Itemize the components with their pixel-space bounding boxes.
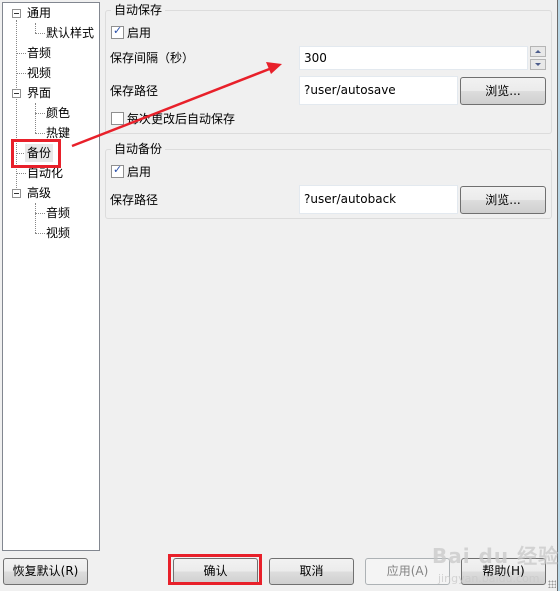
autosave-interval-label: 保存间隔（秒） xyxy=(110,51,195,65)
autosave-path-input[interactable]: ?user/autosave xyxy=(299,76,458,105)
tree-item-advanced-video[interactable]: 视频 xyxy=(44,224,72,242)
autosave-enable-checkbox[interactable] xyxy=(111,24,124,39)
settings-tree[interactable]: 通用 默认样式 音频 视频 界面 颜色 热键 备份 自动化 高级 音频 视频 xyxy=(2,2,100,551)
tree-item-interface[interactable]: 界面 xyxy=(25,84,53,102)
help-button[interactable]: 帮助(H) xyxy=(461,558,546,585)
tree-connector xyxy=(35,23,36,33)
tree-item-label: 自动化 xyxy=(27,166,64,180)
collapse-icon[interactable] xyxy=(12,9,21,18)
tree-item-colors[interactable]: 颜色 xyxy=(44,104,72,122)
save-on-change-label: 每次更改后自动保存 xyxy=(127,112,236,126)
tree-item-label: 视频 xyxy=(46,226,71,240)
autosave-path-label: 保存路径 xyxy=(110,84,159,98)
autobackup-group-title: 自动备份 xyxy=(111,142,166,156)
tree-item-label: 界面 xyxy=(27,86,52,100)
tree-item-advanced-audio[interactable]: 音频 xyxy=(44,204,72,222)
tree-item-video[interactable]: 视频 xyxy=(25,64,53,82)
tree-connector xyxy=(35,103,36,133)
arrow-up-icon xyxy=(535,50,541,53)
spin-up-button[interactable] xyxy=(530,46,546,57)
tree-item-label: 默认样式 xyxy=(46,26,95,40)
autobackup-path-input[interactable]: ?user/autoback xyxy=(299,185,458,214)
annotation-highlight-backup xyxy=(11,139,61,168)
save-on-change-checkbox[interactable] xyxy=(111,112,124,125)
tree-item-label: 视频 xyxy=(27,66,52,80)
autosave-enable-label: 启用 xyxy=(127,26,152,40)
autosave-group-title: 自动保存 xyxy=(111,3,166,17)
autobackup-browse-button[interactable]: 浏览... xyxy=(460,186,546,214)
tree-item-label: 通用 xyxy=(27,6,52,20)
autobackup-enable-checkbox[interactable] xyxy=(111,163,124,178)
tree-connector xyxy=(35,203,36,233)
apply-button[interactable]: 应用(A) xyxy=(365,558,450,585)
autobackup-path-label: 保存路径 xyxy=(110,193,159,207)
collapse-icon[interactable] xyxy=(12,89,21,98)
restore-defaults-button[interactable]: 恢复默认(R) xyxy=(3,558,88,585)
autobackup-enable-label: 启用 xyxy=(127,165,152,179)
cancel-button[interactable]: 取消 xyxy=(269,558,354,585)
resize-grip-icon[interactable] xyxy=(548,580,556,588)
tree-connector xyxy=(16,20,17,196)
collapse-icon[interactable] xyxy=(12,189,21,198)
tree-item-general[interactable]: 通用 xyxy=(25,4,53,22)
annotation-highlight-ok xyxy=(168,554,262,585)
tree-item-audio[interactable]: 音频 xyxy=(25,44,53,62)
arrow-down-icon xyxy=(535,63,541,66)
tree-item-label: 音频 xyxy=(27,46,52,60)
tree-item-default-style[interactable]: 默认样式 xyxy=(44,24,96,42)
tree-item-label: 高级 xyxy=(27,186,52,200)
autosave-browse-button[interactable]: 浏览... xyxy=(460,77,546,105)
tree-item-advanced[interactable]: 高级 xyxy=(25,184,53,202)
tree-item-label: 热键 xyxy=(46,126,71,140)
tree-item-label: 音频 xyxy=(46,206,71,220)
tree-item-label: 颜色 xyxy=(46,106,71,120)
autosave-interval-input[interactable]: 300 xyxy=(299,46,528,70)
spin-down-button[interactable] xyxy=(530,59,546,70)
